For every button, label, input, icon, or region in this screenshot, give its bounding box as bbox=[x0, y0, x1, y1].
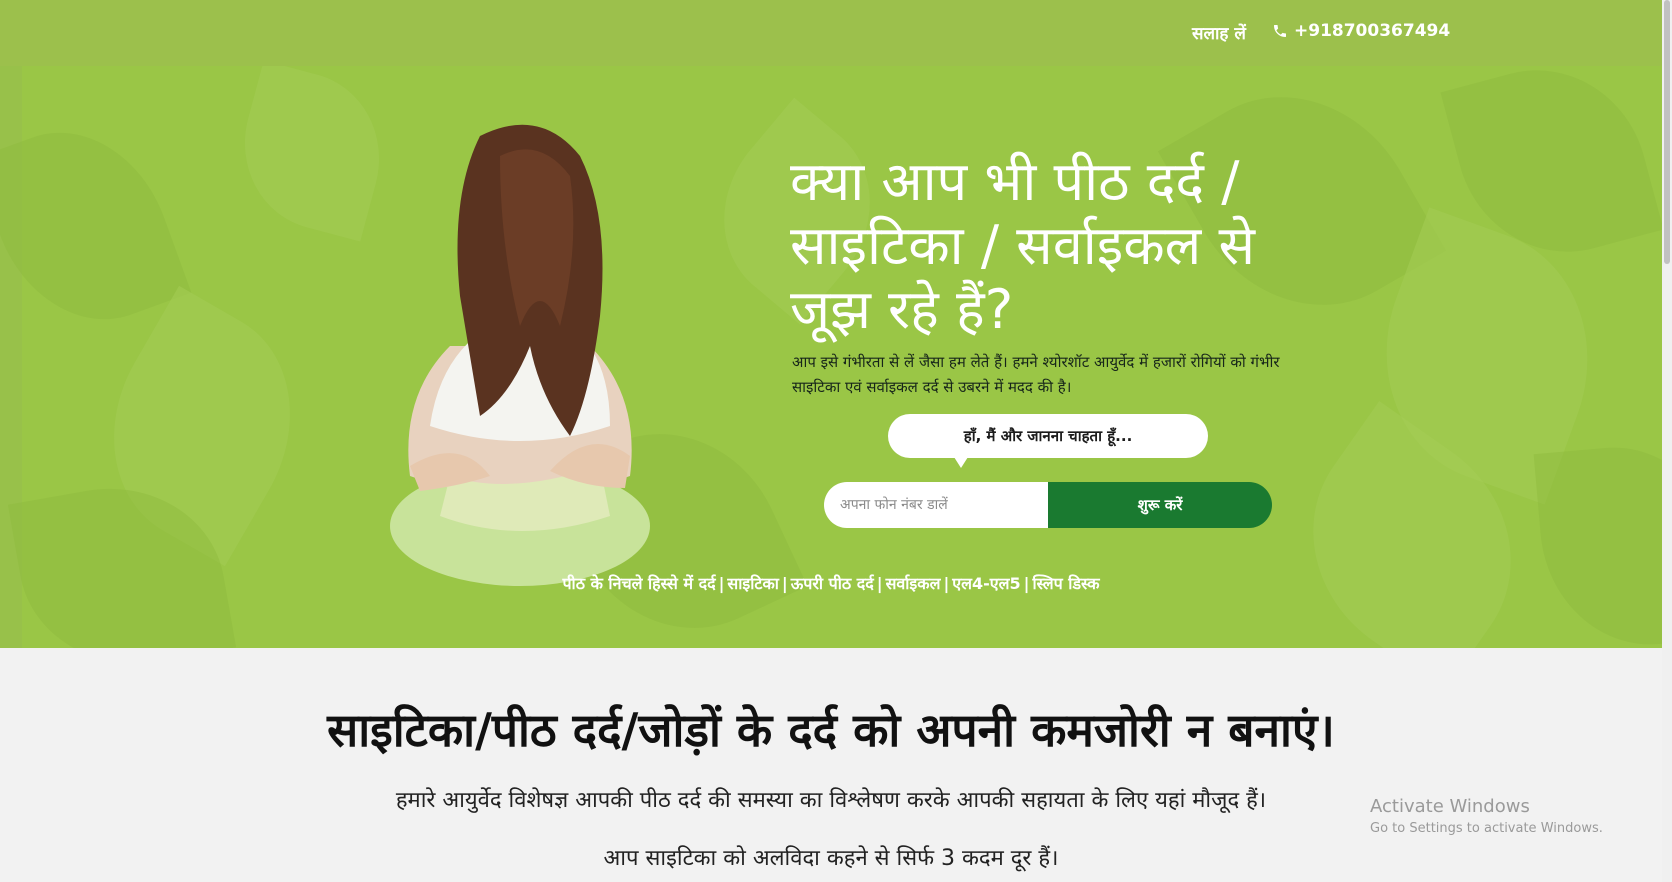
leaf-decoration bbox=[1533, 438, 1662, 648]
phone-number: +918700367494 bbox=[1294, 21, 1451, 41]
activate-windows-watermark: Activate Windows Go to Settings to activ… bbox=[1370, 796, 1603, 836]
top-bar: सलाह लें +918700367494 bbox=[0, 0, 1662, 66]
tag-separator: | bbox=[718, 574, 725, 593]
bubble-text: हाँ, मैं और जानना चाहता हूँ... bbox=[963, 427, 1133, 445]
intro-section: साइटिका/पीठ दर्द/जोड़ों के दर्द को अपनी … bbox=[0, 648, 1662, 882]
leaf-decoration bbox=[0, 104, 192, 348]
tag-separator: | bbox=[781, 574, 788, 593]
tag-l4-l5[interactable]: एल4-एल5 bbox=[952, 574, 1020, 593]
phone-number-input[interactable] bbox=[824, 482, 1048, 528]
hero-section: क्या आप भी पीठ दर्द / साइटिका / सर्वाइकल… bbox=[0, 66, 1662, 648]
hero-subtext: आप इसे गंभीरता से लें जैसा हम लेते हैं। … bbox=[792, 353, 1280, 396]
bubble-tail bbox=[954, 457, 968, 468]
condition-tags: पीठ के निचले हिस्से में दर्द | साइटिका | ऊपर… bbox=[0, 572, 1662, 594]
phone-link[interactable]: +918700367494 bbox=[1272, 21, 1450, 41]
watermark-subtitle: Go to Settings to activate Windows. bbox=[1370, 821, 1603, 836]
hero-headline: क्या आप भी पीठ दर्द / साइटिका / सर्वाइकल… bbox=[790, 150, 1255, 341]
watermark-title: Activate Windows bbox=[1370, 796, 1530, 817]
tag-cervical[interactable]: सर्वाइकल bbox=[886, 574, 941, 593]
start-button[interactable]: शुरू करें bbox=[1048, 482, 1272, 528]
tag-sciatica[interactable]: साइटिका bbox=[727, 574, 778, 593]
section-title: साइटिका/पीठ दर्द/जोड़ों के दर्द को अपनी … bbox=[327, 703, 1335, 757]
section-paragraph: आप साइटिका को अलविदा कहने से सिर्फ 3 कदम… bbox=[603, 846, 1059, 871]
tag-slip-disc[interactable]: स्लिप डिस्क bbox=[1032, 574, 1099, 593]
tag-separator: | bbox=[1023, 574, 1030, 593]
tag-lower-back-pain[interactable]: पीठ के निचले हिस्से में दर्द bbox=[562, 574, 715, 593]
vertical-scrollbar[interactable] bbox=[1662, 0, 1672, 882]
consult-link[interactable]: सलाह लें bbox=[1192, 21, 1246, 44]
tag-separator: | bbox=[876, 574, 883, 593]
tag-upper-back-pain[interactable]: ऊपरी पीठ दर्द bbox=[791, 574, 874, 593]
learn-more-bubble: हाँ, मैं और जानना चाहता हूँ... bbox=[888, 414, 1208, 468]
woman-back-pain-illustration bbox=[390, 124, 650, 586]
scrollbar-thumb[interactable] bbox=[1664, 0, 1670, 264]
phone-icon bbox=[1274, 25, 1286, 37]
tag-separator: | bbox=[943, 574, 950, 593]
